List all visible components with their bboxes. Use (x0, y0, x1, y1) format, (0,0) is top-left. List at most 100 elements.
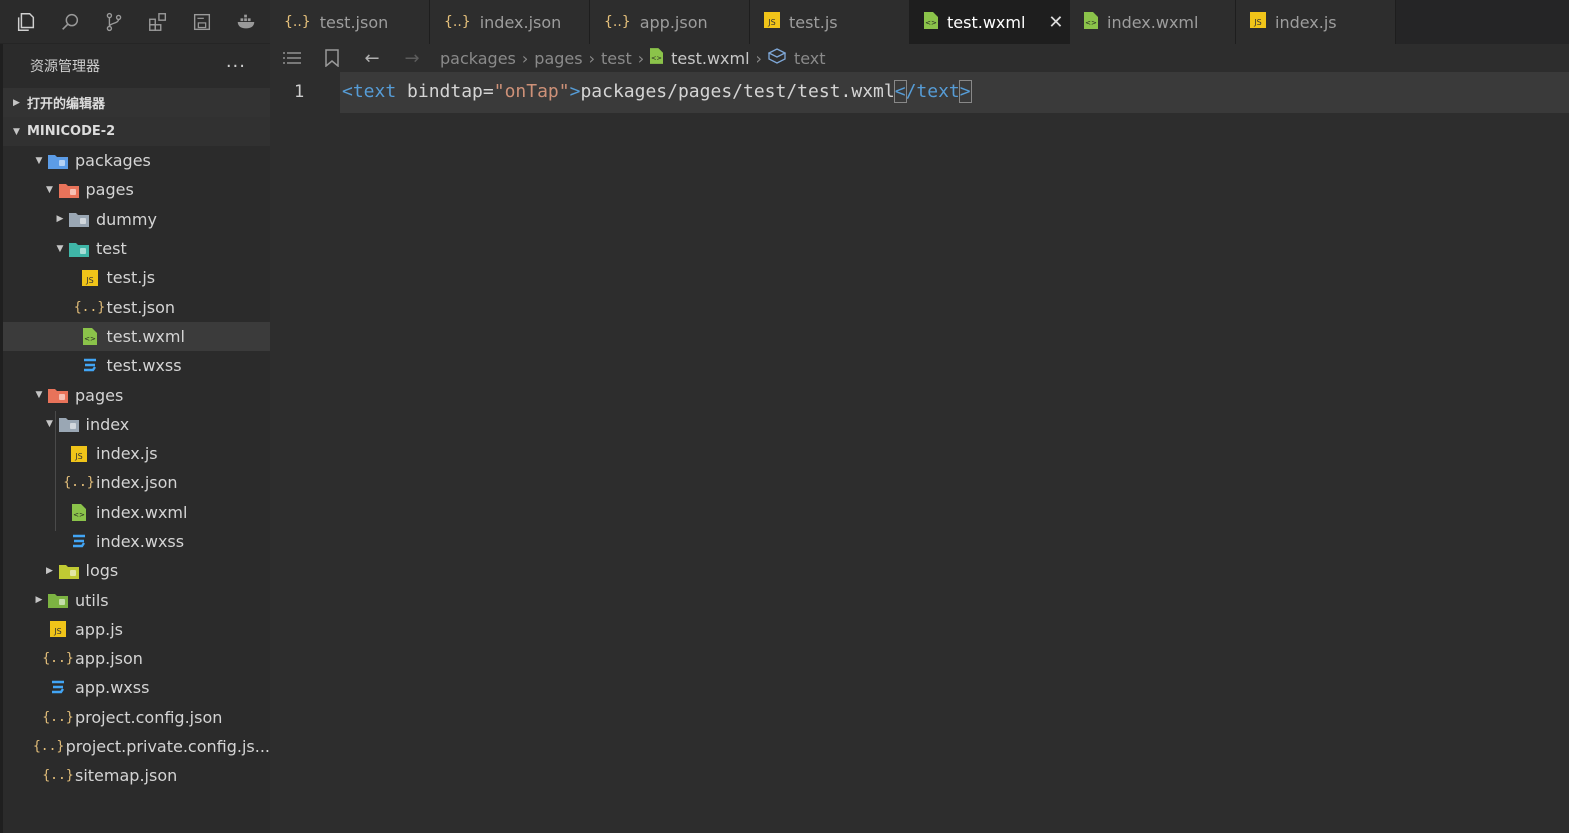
tree-item[interactable]: <> index.wxml (3, 498, 270, 527)
chevron-right-icon: › (755, 48, 762, 68)
json-icon: {..} (42, 768, 74, 784)
tree-item[interactable]: ▼ pages (3, 380, 270, 409)
wxml-icon: <> (650, 48, 664, 68)
close-icon[interactable]: ✕ (1048, 12, 1063, 33)
tree-item[interactable]: ▼ index (3, 410, 270, 439)
tree-item[interactable]: ▼ packages (3, 146, 270, 175)
wxml-icon: <> (79, 327, 101, 345)
chevron-right-icon: › (588, 48, 595, 68)
source-control-icon[interactable] (100, 8, 128, 36)
tree-item[interactable]: JS app.js (3, 615, 270, 644)
svg-text:<>: <> (651, 54, 662, 62)
chevron-right-icon: ▶ (46, 565, 53, 576)
open-editors-section[interactable]: ▶ 打开的编辑器 (3, 88, 270, 117)
tree-item[interactable]: <> test.wxml (3, 321, 270, 352)
wxml-icon: <> (924, 11, 938, 33)
back-arrow-icon[interactable]: ← (362, 48, 382, 69)
breadcrumb-item[interactable]: text (794, 49, 826, 68)
tree-item-label: app.json (75, 649, 143, 669)
wxss-icon (47, 679, 69, 697)
debug-icon[interactable] (232, 8, 260, 36)
tree-item[interactable]: ▼ test (3, 234, 270, 263)
tree-item[interactable]: JS test.js (3, 263, 270, 292)
bracket-match-open: < (893, 80, 907, 103)
tab-label: app.json (639, 12, 708, 32)
tab-index-json[interactable]: {..} index.json (430, 0, 590, 44)
tree-item-label: pages (75, 385, 124, 405)
breadcrumb-item[interactable]: test (601, 49, 632, 68)
tree-item[interactable]: {..} test.json (3, 292, 270, 321)
breadcrumb: ← → packages › pages › test › <> test.wx… (270, 44, 1569, 72)
attr-name: bindtap= (396, 81, 494, 102)
json-icon: {..} (32, 739, 65, 755)
tree-item-label: index.json (96, 473, 178, 493)
tree-item[interactable]: app.wxss (3, 673, 270, 702)
json-icon: {..} (73, 299, 106, 315)
js-icon: JS (79, 269, 101, 287)
tree-item[interactable]: test.wxss (3, 351, 270, 380)
breadcrumb-item[interactable]: test.wxml (671, 49, 749, 68)
tree-item-label: index (85, 414, 130, 434)
save-icon[interactable] (188, 8, 216, 36)
tree-item[interactable]: index.wxss (3, 527, 270, 556)
tree-item-label: sitemap.json (75, 766, 178, 786)
chevron-down-icon: ▼ (46, 184, 53, 195)
chevron-right-icon: ▶ (13, 97, 20, 108)
tree-item-label: project.private.config.js... (65, 737, 270, 757)
forward-arrow-icon[interactable]: → (402, 48, 422, 69)
bracket-match-close: > (958, 80, 972, 103)
more-actions-icon[interactable]: ··· (226, 56, 246, 77)
explorer-header: 资源管理器 ··· (3, 44, 270, 88)
json-icon: {..} (284, 14, 311, 30)
tab-label: index.json (479, 12, 562, 32)
tab-test-wxml[interactable]: <> test.wxml ✕ (910, 0, 1070, 44)
svg-text:<>: <> (73, 511, 85, 519)
wxml-icon: <> (68, 503, 90, 521)
tab-label: index.wxml (1107, 12, 1199, 32)
tree-item[interactable]: ▼ pages (3, 175, 270, 204)
chevron-down-icon: ▼ (35, 390, 43, 401)
tree-item[interactable]: {..} sitemap.json (3, 761, 270, 790)
chevron-right-icon: ▶ (35, 595, 43, 606)
folder-icon (58, 415, 80, 433)
svg-text:JS: JS (53, 627, 61, 636)
tag-gt: > (569, 81, 581, 102)
explorer-icon[interactable] (12, 8, 40, 36)
tree-item[interactable]: {..} index.json (3, 468, 270, 497)
search-icon[interactable] (56, 8, 84, 36)
tab-index-js[interactable]: JS index.js (1236, 0, 1396, 44)
code-line[interactable]: <text bindtap="onTap">packages/pages/tes… (342, 80, 972, 103)
tree-item-label: test.wxml (106, 326, 185, 346)
tree-item[interactable]: {..} project.private.config.js... (3, 732, 270, 761)
svg-text:JS: JS (85, 276, 93, 285)
breadcrumb-item[interactable]: packages (440, 49, 516, 68)
tree-item-label: test (96, 239, 127, 259)
code-editor[interactable]: 1 <text bindtap="onTap">packages/pages/t… (270, 72, 1569, 833)
json-icon: {..} (604, 14, 631, 30)
tree-item[interactable]: {..} project.config.json (3, 703, 270, 732)
section-label: MINICODE-2 (27, 124, 116, 139)
tab-label: test.json (319, 12, 389, 32)
breadcrumb-item[interactable]: pages (534, 49, 582, 68)
tab-test-js[interactable]: JS test.js (750, 0, 910, 44)
tab-test-json[interactable]: {..} test.json (270, 0, 430, 44)
svg-text:<>: <> (925, 19, 937, 27)
tree-item-label: test.js (106, 268, 156, 288)
tree-item[interactable]: ▶ utils (3, 585, 270, 614)
wxss-icon (79, 357, 101, 375)
chevron-down-icon: ▼ (56, 243, 64, 254)
folder-icon (58, 562, 80, 580)
cube-icon (767, 48, 787, 68)
tree-item[interactable]: ▶ dummy (3, 205, 270, 234)
tab-app-json[interactable]: {..} app.json (590, 0, 750, 44)
line-number: 1 (294, 82, 305, 102)
extensions-icon[interactable] (144, 8, 172, 36)
workspace-section[interactable]: ▼ MINICODE-2 (3, 117, 270, 146)
tree-item[interactable]: JS index.js (3, 439, 270, 468)
tree-item[interactable]: {..} app.json (3, 644, 270, 673)
chevron-down-icon: ▼ (46, 419, 53, 430)
tab-index-wxml[interactable]: <> index.wxml (1070, 0, 1236, 44)
bookmark-icon[interactable] (322, 48, 342, 68)
list-icon[interactable] (282, 48, 302, 68)
tree-item[interactable]: ▶ logs (3, 556, 270, 585)
